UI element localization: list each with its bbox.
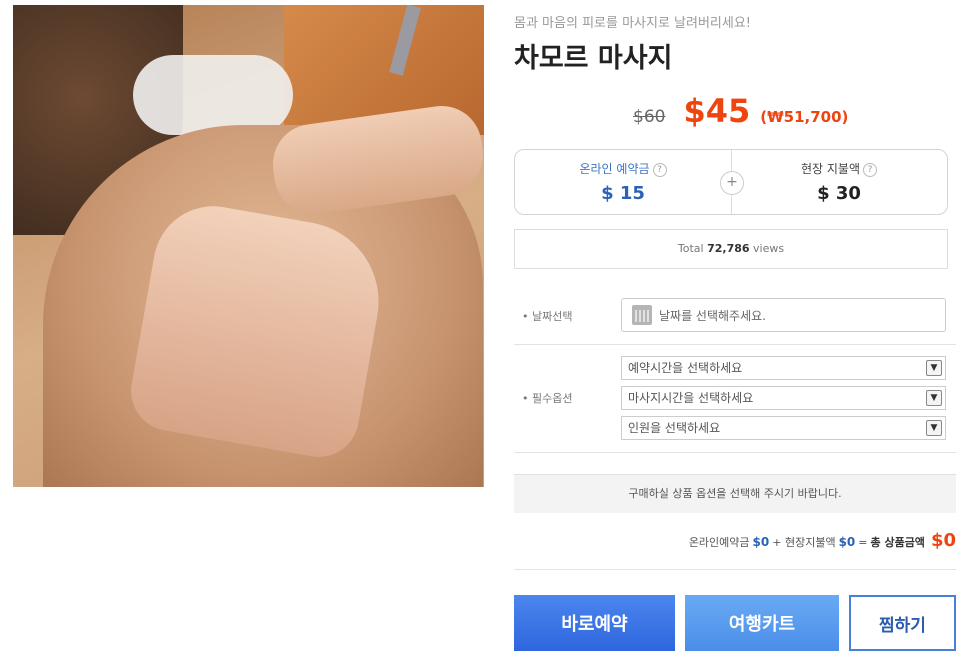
divider — [514, 344, 956, 345]
calendar-icon[interactable] — [632, 305, 652, 325]
onsite-payment-label: 현장 지불액 — [800, 162, 860, 176]
summary-online-value: $0 — [752, 535, 770, 549]
chevron-down-icon[interactable]: ▼ — [926, 420, 942, 436]
onsite-payment-value: $ 30 — [817, 183, 861, 204]
reservation-time-select[interactable]: 예약시간을 선택하세요 ▼ — [621, 356, 946, 380]
price-row: $60 $45 (₩51,700) — [633, 92, 848, 132]
divider — [514, 569, 956, 570]
divider — [514, 452, 956, 453]
product-image — [13, 5, 484, 487]
summary-equals: = — [858, 536, 868, 549]
online-deposit: 온라인 예약금? $ 15 — [515, 150, 731, 214]
summary-total-value: $0 — [930, 530, 956, 551]
summary-total-label: 총 상품금액 — [870, 536, 925, 549]
price-summary: 온라인예약금 $0 + 현장지불액 $0 = 총 상품금액 $0 — [689, 530, 956, 551]
date-picker-field[interactable]: 날짜를 선택해주세요. — [621, 298, 946, 332]
sale-price: $45 — [683, 92, 751, 130]
view-count-number: 72,786 — [707, 242, 750, 255]
help-icon[interactable]: ? — [652, 162, 667, 177]
date-select-label: • 날짜선택 — [522, 310, 573, 323]
product-title: 차모르 마사지 — [514, 43, 673, 74]
summary-onsite-label: 현장지불액 — [784, 536, 836, 549]
book-now-button[interactable]: 바로예약 — [514, 595, 675, 651]
chevron-down-icon[interactable]: ▼ — [926, 360, 942, 376]
massage-duration-select[interactable]: 마사지시간을 선택하세요 ▼ — [621, 386, 946, 410]
original-price: $60 — [633, 107, 666, 127]
image-towel — [133, 55, 293, 135]
travel-cart-button[interactable]: 여행카트 — [685, 595, 839, 651]
summary-online-label: 온라인예약금 — [688, 536, 750, 549]
payment-breakdown: 온라인 예약금? $ 15 + 현장 지불액? $ 30 — [514, 149, 948, 215]
view-count: Total 72,786 views — [514, 229, 948, 269]
summary-plus: + — [772, 536, 782, 549]
online-deposit-value: $ 15 — [601, 183, 645, 204]
online-deposit-label: 온라인 예약금 — [579, 162, 650, 176]
help-icon[interactable]: ? — [863, 162, 877, 177]
option-notice: 구매하실 상품 옵션을 선택해 주시기 바랍니다. — [514, 474, 956, 513]
date-placeholder: 날짜를 선택해주세요. — [659, 308, 766, 323]
summary-onsite-value: $0 — [838, 535, 856, 549]
wishlist-button[interactable]: 찜하기 — [849, 595, 956, 651]
required-options-label: • 필수옵션 — [522, 392, 573, 405]
chevron-down-icon[interactable]: ▼ — [926, 390, 942, 406]
people-count-select[interactable]: 인원을 선택하세요 ▼ — [621, 416, 946, 440]
product-subtitle: 몸과 마음의 피로를 마사지로 날려버리세요! — [514, 16, 752, 31]
krw-price: (₩51,700) — [760, 108, 849, 126]
onsite-payment: 현장 지불액? $ 30 — [731, 150, 947, 214]
